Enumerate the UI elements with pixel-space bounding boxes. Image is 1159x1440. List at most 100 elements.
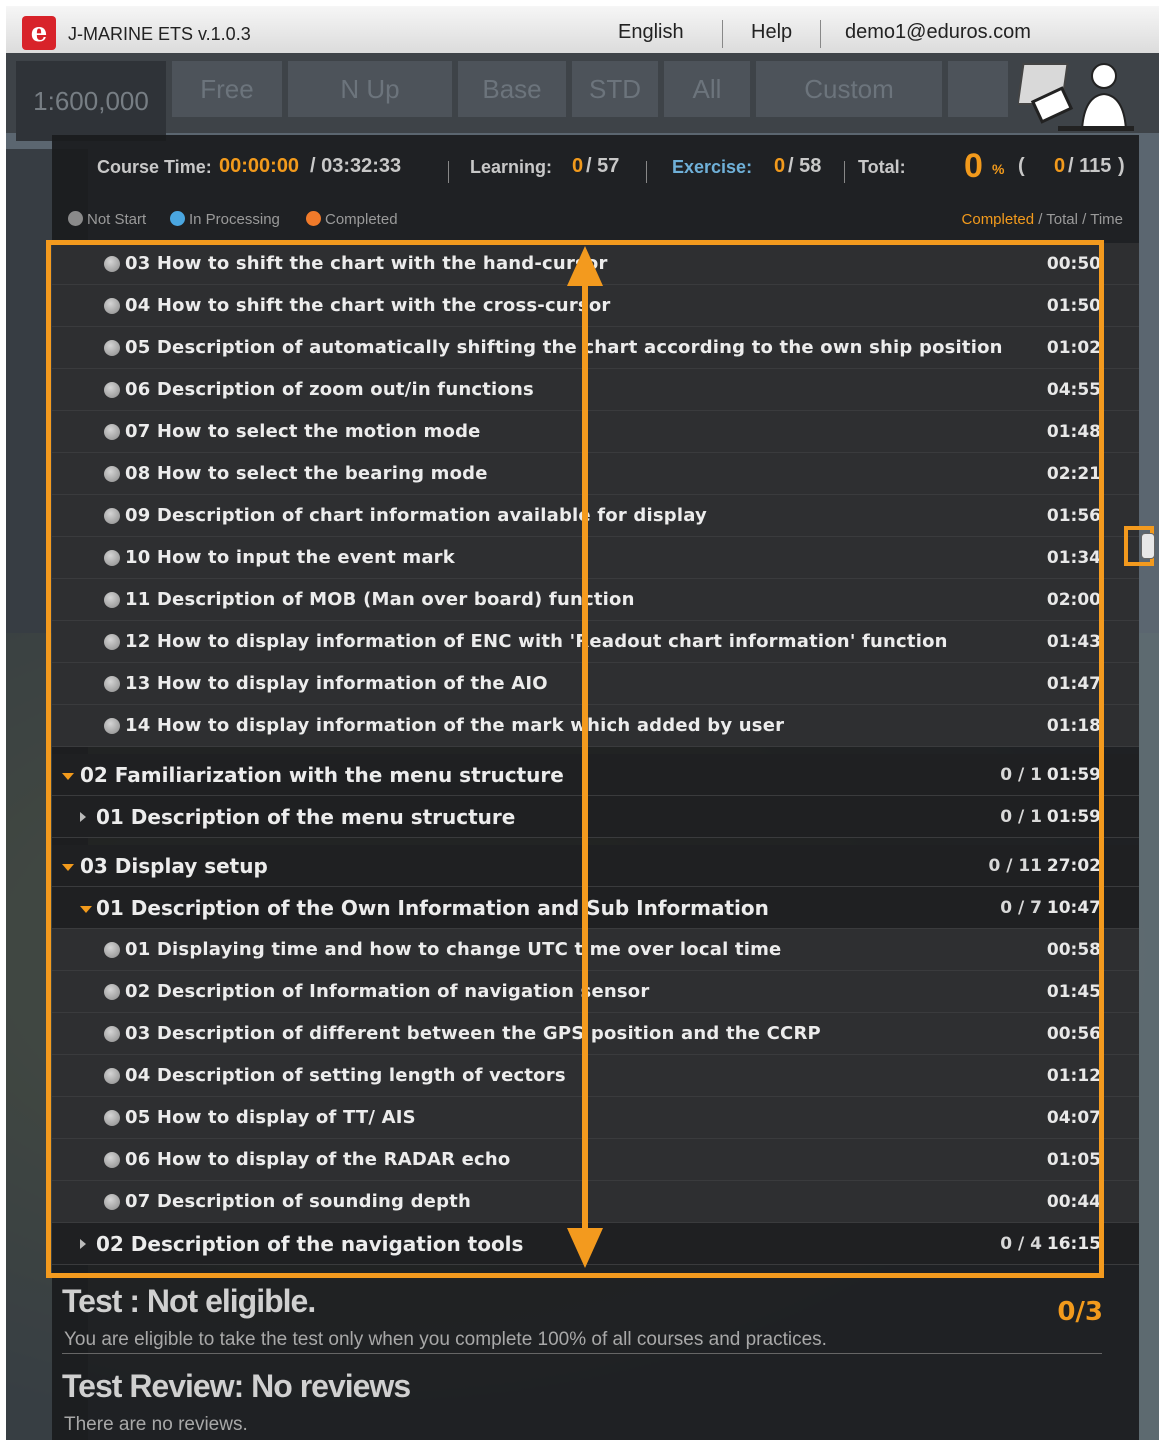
language-link[interactable]: English xyxy=(618,21,684,44)
lesson-title: 12 How to display information of ENC wit… xyxy=(125,631,948,652)
test-description: You are eligible to take the test only w… xyxy=(64,1329,827,1350)
app-title: J-MARINE ETS v.1.0.3 xyxy=(68,24,251,44)
course-time-elapsed: 00:00:00 xyxy=(219,155,300,177)
collapse-caret-icon[interactable] xyxy=(80,1239,86,1249)
course-status-bar: Course Time: 00:00:00 / 03:32:33 Learnin… xyxy=(52,135,1139,201)
test-title: Test : Not eligible. xyxy=(62,1283,316,1319)
not-start-status-icon xyxy=(104,298,120,314)
divider xyxy=(820,20,821,48)
completed-count: 0 / 11 xyxy=(988,856,1042,876)
section-title: 02 Description of the navigation tools xyxy=(96,1232,524,1256)
help-link[interactable]: Help xyxy=(751,21,792,44)
lesson-title: 11 Description of MOB (Man over board) f… xyxy=(125,589,635,610)
divider xyxy=(448,161,449,183)
duration: 01:05 xyxy=(1046,1150,1101,1170)
lesson-title: 07 Description of sounding depth xyxy=(125,1191,471,1212)
not-start-status-icon xyxy=(104,592,120,608)
duration: 01:50 xyxy=(1046,296,1101,316)
total-percent: 0 xyxy=(964,147,983,185)
test-review-description: There are no reviews. xyxy=(64,1414,248,1435)
divider xyxy=(844,161,845,183)
lesson-title: 04 Description of setting length of vect… xyxy=(125,1065,566,1086)
duration: 01:47 xyxy=(1046,674,1101,694)
user-account-link[interactable]: demo1@eduros.com xyxy=(845,21,1031,44)
lesson-title: 06 How to display of the RADAR echo xyxy=(125,1149,511,1170)
duration: 01:18 xyxy=(1046,716,1101,736)
test-review-title: Test Review: No reviews xyxy=(62,1368,411,1404)
not-start-status-icon xyxy=(104,550,120,566)
chart-toolbar: 1:600,000 Free N Up Base STD All Custom xyxy=(6,53,1159,141)
exercise-done: 0 xyxy=(774,155,786,177)
divider xyxy=(646,161,647,183)
duration: 01:43 xyxy=(1046,632,1101,652)
scrollbar-thumb[interactable] xyxy=(1141,533,1155,559)
collapse-caret-icon[interactable] xyxy=(80,812,86,822)
lesson-title: 09 Description of chart information avai… xyxy=(125,505,707,526)
not-start-status-icon xyxy=(104,466,120,482)
not-start-status-icon xyxy=(104,1110,120,1126)
duration: 04:07 xyxy=(1046,1108,1101,1128)
course-time-label: Course Time: xyxy=(97,157,212,177)
completed-dot-icon xyxy=(306,211,321,226)
std-display-button[interactable]: STD xyxy=(572,61,658,117)
status-legend: Not Start In Processing Completed Comple… xyxy=(52,205,1139,237)
lesson-title: 13 How to display information of the AIO xyxy=(125,673,548,694)
duration: 27:02 xyxy=(1046,856,1101,876)
completed-count: 0 / 1 xyxy=(1000,807,1042,827)
base-display-button[interactable]: Base xyxy=(458,61,566,117)
duration: 10:47 xyxy=(1046,898,1101,918)
divider xyxy=(62,1353,1102,1354)
duration: 16:15 xyxy=(1046,1234,1101,1254)
duration: 01:48 xyxy=(1046,422,1101,442)
chapter-title: 03 Display setup xyxy=(80,854,268,878)
custom-dropdown-button[interactable] xyxy=(948,61,1008,117)
lesson-title: 06 Description of zoom out/in functions xyxy=(125,379,534,400)
learner-icon[interactable] xyxy=(1018,60,1142,134)
duration: 04:55 xyxy=(1046,380,1101,400)
lesson-title: 03 How to shift the chart with the hand-… xyxy=(125,253,608,274)
expand-caret-icon[interactable] xyxy=(62,773,74,780)
exercise-label: Exercise: xyxy=(672,157,753,177)
total-total: / 115 xyxy=(1068,155,1112,177)
expand-caret-icon[interactable] xyxy=(80,906,92,913)
divider xyxy=(722,20,723,48)
lesson-title: 03 Description of different between the … xyxy=(125,1023,821,1044)
north-up-button[interactable]: N Up xyxy=(288,61,452,117)
duration: 01:56 xyxy=(1046,506,1101,526)
duration: 00:58 xyxy=(1046,940,1101,960)
duration: 01:34 xyxy=(1046,548,1101,568)
duration: 00:50 xyxy=(1046,254,1101,274)
column-header: Completed / Total / Time xyxy=(961,211,1123,228)
free-mode-button[interactable]: Free xyxy=(172,61,282,117)
section-title: 01 Description of the Own Information an… xyxy=(96,896,769,920)
duration: 02:21 xyxy=(1046,464,1101,484)
percent-sign: % xyxy=(992,161,1005,177)
duration: 01:59 xyxy=(1046,765,1101,785)
duration: 01:59 xyxy=(1046,807,1101,827)
not-start-status-icon xyxy=(104,382,120,398)
not-start-status-icon xyxy=(104,634,120,650)
not-start-status-icon xyxy=(104,1026,120,1042)
custom-display-button[interactable]: Custom xyxy=(756,61,942,117)
legend-not-start: Not Start xyxy=(68,211,146,228)
not-start-status-icon xyxy=(104,942,120,958)
not-start-status-icon xyxy=(104,718,120,734)
duration: 01:02 xyxy=(1046,338,1101,358)
title-bar: e J-MARINE ETS v.1.0.3 English Help demo… xyxy=(6,6,1159,54)
expand-caret-icon[interactable] xyxy=(62,864,74,871)
all-display-button[interactable]: All xyxy=(664,61,750,117)
legend-completed: Completed xyxy=(306,211,398,228)
duration: 00:44 xyxy=(1046,1192,1101,1212)
learning-done: 0 xyxy=(572,155,584,177)
app-logo-icon: e xyxy=(22,16,56,50)
scale-display[interactable]: 1:600,000 xyxy=(16,61,166,141)
duration: 02:00 xyxy=(1046,590,1101,610)
not-start-status-icon xyxy=(104,984,120,1000)
lesson-title: 05 How to display of TT/ AIS xyxy=(125,1107,416,1128)
lesson-title: 04 How to shift the chart with the cross… xyxy=(125,295,611,316)
not-start-dot-icon xyxy=(68,211,83,226)
not-start-status-icon xyxy=(104,256,120,272)
open-paren: ( xyxy=(1018,155,1025,177)
total-done: 0 xyxy=(1054,155,1066,177)
chapter-title: 02 Familiarization with the menu structu… xyxy=(80,763,564,787)
